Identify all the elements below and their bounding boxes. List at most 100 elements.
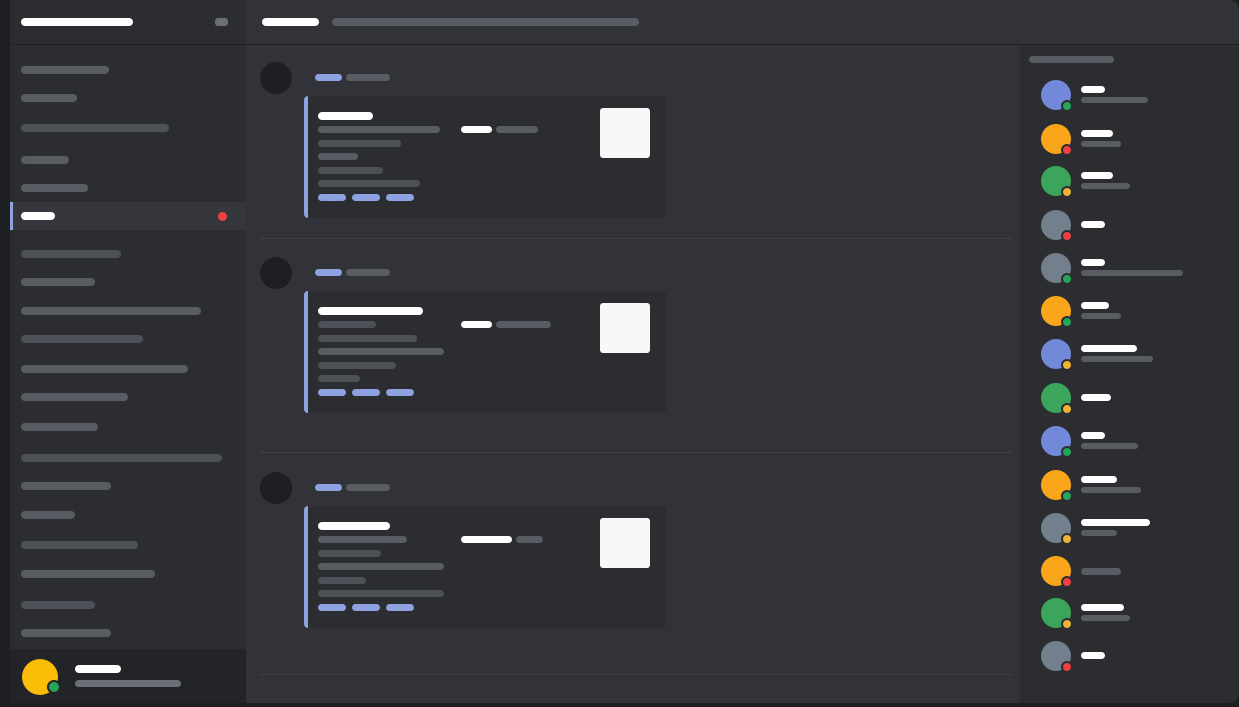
embed-line-placeholder — [318, 549, 381, 557]
member-item[interactable] — [1020, 292, 1239, 332]
embed-thumbnail[interactable] — [600, 518, 650, 568]
channel-item[interactable] — [10, 268, 246, 296]
channel-name-placeholder — [21, 94, 77, 102]
embed-thumbnail[interactable] — [600, 303, 650, 353]
member-item[interactable] — [1020, 422, 1239, 462]
message-avatar[interactable] — [260, 62, 292, 94]
server-header[interactable] — [10, 0, 246, 45]
member-name-placeholder — [1081, 604, 1124, 611]
channel-item[interactable] — [10, 501, 246, 529]
member-activity-placeholder — [1081, 487, 1141, 493]
embed-tag-placeholder[interactable] — [352, 194, 380, 201]
member-item[interactable] — [1020, 552, 1239, 592]
channel-title-placeholder — [262, 18, 319, 26]
member-item[interactable] — [1020, 594, 1239, 634]
channel-name-placeholder — [21, 124, 169, 132]
channel-name-placeholder — [21, 335, 143, 343]
channel-item[interactable] — [10, 174, 246, 202]
member-name-placeholder — [1081, 345, 1137, 352]
member-item[interactable] — [1020, 206, 1239, 246]
member-item[interactable] — [1020, 509, 1239, 549]
embed-tag-placeholder[interactable] — [318, 389, 346, 396]
channel-item[interactable] — [10, 444, 246, 472]
member-item[interactable] — [1020, 335, 1239, 375]
channel-name-placeholder — [21, 482, 111, 490]
channel-name-placeholder — [21, 66, 109, 74]
member-name-placeholder — [1081, 394, 1111, 401]
member-activity-placeholder — [1081, 141, 1121, 147]
embed-tag-placeholder[interactable] — [318, 194, 346, 201]
embed-line-placeholder — [318, 126, 440, 133]
member-status-dnd-icon — [1061, 661, 1073, 673]
member-name-placeholder — [1081, 259, 1105, 266]
embed-thumbnail[interactable] — [600, 108, 650, 158]
channel-name-placeholder — [21, 423, 98, 431]
channel-name-placeholder — [21, 184, 88, 192]
member-activity-placeholder — [1081, 356, 1153, 362]
message-author-placeholder[interactable] — [315, 74, 342, 81]
embed-field-value-placeholder — [496, 126, 538, 133]
embed-tag-placeholder[interactable] — [386, 389, 414, 396]
embed-title-placeholder[interactable] — [318, 112, 373, 120]
embed-tag-placeholder[interactable] — [352, 389, 380, 396]
member-item[interactable] — [1020, 379, 1239, 419]
channel-name-placeholder — [21, 307, 201, 315]
member-item[interactable] — [1020, 76, 1239, 116]
member-name-placeholder — [1081, 130, 1113, 137]
channel-item[interactable] — [10, 84, 246, 112]
channel-item[interactable] — [10, 240, 246, 268]
channel-item[interactable] — [10, 560, 246, 588]
embed-field-name-placeholder — [461, 321, 492, 328]
member-item[interactable] — [1020, 637, 1239, 677]
channel-name-placeholder — [21, 156, 69, 164]
member-item[interactable] — [1020, 120, 1239, 160]
member-activity-placeholder — [1081, 97, 1148, 103]
embed-tag-placeholder[interactable] — [352, 604, 380, 611]
embed-line-placeholder — [318, 334, 417, 342]
message-author-placeholder[interactable] — [315, 269, 342, 276]
member-name-placeholder — [1081, 568, 1121, 575]
channel-item[interactable] — [10, 591, 246, 619]
channel-item[interactable] — [10, 531, 246, 559]
member-item[interactable] — [1020, 249, 1239, 289]
server-name-placeholder — [21, 18, 133, 26]
message-divider — [260, 452, 1012, 453]
member-activity-placeholder — [1081, 270, 1183, 276]
member-item[interactable] — [1020, 162, 1239, 202]
channel-topbar — [246, 0, 1239, 45]
channel-item[interactable] — [10, 355, 246, 383]
embed-field-name-placeholder — [461, 126, 492, 133]
embed-tag-placeholder[interactable] — [318, 604, 346, 611]
member-name-placeholder — [1081, 476, 1117, 483]
message-avatar[interactable] — [260, 257, 292, 289]
channel-item[interactable] — [10, 56, 246, 84]
channel-item[interactable] — [10, 146, 246, 174]
channel-item[interactable] — [10, 325, 246, 353]
message-avatar[interactable] — [260, 472, 292, 504]
member-item[interactable] — [1020, 466, 1239, 506]
channel-item[interactable] — [10, 202, 246, 230]
embed-title-placeholder[interactable] — [318, 522, 390, 530]
member-name-placeholder — [1081, 432, 1105, 439]
message-author-placeholder[interactable] — [315, 484, 342, 491]
server-menu-icon[interactable] — [215, 18, 228, 26]
channel-item[interactable] — [10, 297, 246, 325]
message-timestamp-placeholder — [346, 74, 390, 81]
embed-line-placeholder — [318, 180, 420, 187]
embed-tag-placeholder[interactable] — [386, 604, 414, 611]
embed-title-placeholder[interactable] — [318, 307, 423, 315]
channel-sidebar — [10, 0, 246, 703]
channel-item[interactable] — [10, 413, 246, 441]
embed-tag-placeholder[interactable] — [386, 194, 414, 201]
message — [246, 257, 1020, 413]
channel-item[interactable] — [10, 383, 246, 411]
user-tag-placeholder — [75, 680, 181, 687]
channel-item[interactable] — [10, 472, 246, 500]
channel-item[interactable] — [10, 114, 246, 142]
message-divider — [260, 674, 1012, 675]
user-panel — [10, 649, 246, 703]
channel-item[interactable] — [10, 619, 246, 647]
channel-name-placeholder — [21, 629, 111, 637]
message-area — [246, 46, 1020, 703]
message-timestamp-placeholder — [346, 269, 390, 276]
